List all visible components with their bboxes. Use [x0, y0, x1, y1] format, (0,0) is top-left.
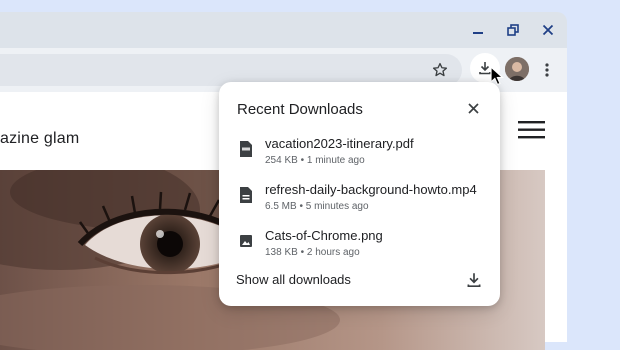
close-window-button[interactable]	[536, 18, 560, 42]
image-icon	[240, 235, 252, 247]
file-name: refresh-daily-background-howto.mp4	[265, 182, 477, 197]
bookmark-star-icon[interactable]	[431, 61, 449, 79]
file-meta: 138 KB • 2 hours ago	[265, 247, 360, 258]
profile-avatar[interactable]	[505, 57, 529, 81]
minimize-icon	[473, 32, 483, 34]
file-meta: 6.5 MB • 5 minutes ago	[265, 201, 369, 212]
close-panel-button[interactable]	[463, 98, 483, 118]
title-bar	[0, 12, 567, 48]
minimize-button[interactable]	[466, 18, 490, 42]
more-vert-icon	[545, 63, 549, 77]
file-name: Cats-of-Chrome.png	[265, 228, 383, 243]
downloads-panel-title: Recent Downloads	[237, 101, 363, 118]
download-icon[interactable]	[465, 271, 483, 289]
file-icon	[240, 187, 252, 203]
hamburger-menu-icon[interactable]	[518, 120, 546, 140]
download-item[interactable]: refresh-daily-background-howto.mp4 6.5 M…	[219, 182, 500, 224]
download-item[interactable]: Cats-of-Chrome.png 138 KB • 2 hours ago	[219, 228, 500, 270]
avatar-icon	[505, 57, 529, 81]
file-meta: 254 KB • 1 minute ago	[265, 155, 365, 166]
browser-menu-button[interactable]	[540, 61, 554, 79]
downloads-panel: Recent Downloads vacation2023-itinerary.…	[219, 82, 500, 306]
pdf-icon	[240, 141, 252, 157]
restore-icon	[507, 24, 519, 36]
show-all-downloads-link[interactable]: Show all downloads	[236, 272, 351, 287]
site-title: azine glam	[0, 130, 80, 147]
file-name: vacation2023-itinerary.pdf	[265, 136, 414, 151]
close-icon	[542, 24, 554, 36]
restore-button[interactable]	[501, 18, 525, 42]
close-icon	[467, 102, 479, 114]
download-item[interactable]: vacation2023-itinerary.pdf 254 KB • 1 mi…	[219, 136, 500, 178]
